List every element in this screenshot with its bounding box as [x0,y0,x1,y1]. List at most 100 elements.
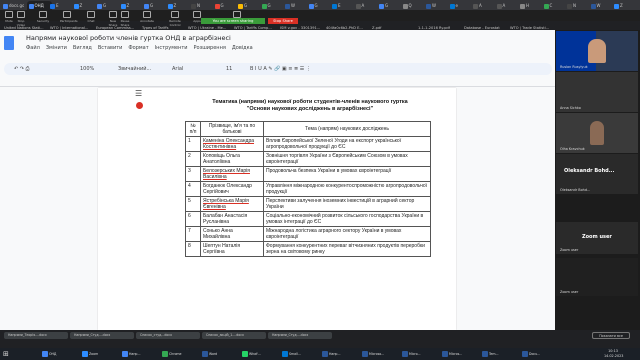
browser-tab[interactable]: ОНД [26,1,52,10]
download-item[interactable]: Список_студ...docx [136,332,200,339]
meeting-chat-button[interactable]: Chat [84,11,98,23]
browser-tab[interactable]: W [285,1,306,10]
taskbar-item[interactable]: Micros... [442,349,480,359]
browser-tab[interactable]: Q [402,1,424,10]
browser-tab[interactable]: G [308,1,330,10]
font-select[interactable]: Arial [172,63,183,75]
taskbar-item[interactable]: What'... [242,349,280,359]
taskbar-item[interactable]: Micro... [402,349,440,359]
participant-tile[interactable]: Ruslan Rusylyuk [556,31,638,71]
taskbar-item[interactable]: Напр... [122,349,160,359]
browser-tab[interactable]: C [543,1,565,10]
student-name[interactable]: Балабан Анастасія Русланівна [200,211,264,227]
student-name[interactable]: Шептун Наталія Сергіївна [200,241,264,257]
browser-tab[interactable]: G [214,1,236,10]
undo-icon[interactable]: ↶ ↷ ⎙ [14,63,30,75]
browser-tab[interactable]: Z [167,1,189,10]
docs-menu-item[interactable]: Вигляд [73,45,92,51]
docs-logo-icon[interactable] [4,36,14,50]
table-row[interactable]: 8 Шептун Наталія Сергіївна Формування конк… [185,241,431,257]
table-row[interactable]: 7 Сонько Анна Михайлівна Міжнародна логіст… [185,226,431,242]
taskbar-item[interactable]: Zoom [82,349,120,359]
zoom-select[interactable]: 100% [80,63,94,75]
browser-tab[interactable]: G [261,1,283,10]
research-topic[interactable]: Соціально-економічний розвиток сільськог… [263,211,431,227]
browser-tab[interactable]: N [567,1,588,10]
browser-tab[interactable]: E [50,1,71,10]
taskbar-item[interactable]: Напр... [322,349,360,359]
docs-menu-item[interactable]: Інструменти [155,45,188,51]
browser-tab[interactable]: W [590,1,612,10]
browser-tab[interactable]: Z [614,1,635,10]
table-row[interactable]: 5 Ястребінська Марія Євгенівна Перспективи… [185,196,431,212]
row-number[interactable]: 7 [185,226,201,242]
row-number[interactable]: 3 [185,166,201,182]
student-name[interactable]: Коповіщь Ольга Анатоліївна [200,151,264,167]
taskbar-item[interactable]: Chrome [162,349,200,359]
browser-tab[interactable]: A [355,1,377,10]
student-name[interactable]: Сонько Анна Михайлівна [200,226,264,242]
table-row[interactable]: 6 Балабан Анастасія Русланівна Соціально-е… [185,211,431,227]
research-topic[interactable]: Продовольча безпека України в умовах євр… [263,166,431,182]
browser-tab[interactable]: e [449,1,471,10]
student-name[interactable]: Ястребінська Марія Євгенівна [200,196,264,212]
table-row[interactable]: 4 Богданюк Олександр Сергійович Управління… [185,181,431,197]
meeting-participants-button[interactable]: Participants [60,11,78,23]
browser-tab[interactable]: W [426,1,447,10]
browser-tab[interactable]: G [238,1,259,10]
browser-tab[interactable]: E [332,1,353,10]
docs-menu-item[interactable]: Довідка [232,45,253,51]
participant-tile[interactable]: Oleksandr Bohd... Oleksandr Bohd... [556,154,638,194]
taskbar-item[interactable]: Microso... [362,349,400,359]
outline-icon[interactable]: ☰ [135,89,147,99]
taskbar-item[interactable]: Word [202,349,240,359]
participant-tile[interactable]: Anna Sichko [556,72,638,112]
row-number[interactable]: 2 [185,151,201,167]
browser-tab[interactable]: Z [120,1,142,10]
participant-tile[interactable]: Zoom user [556,258,638,296]
docs-menu-item[interactable]: Вставити [98,45,123,51]
format-icons[interactable]: B I U A ✎ 🔗 ▣ ≡ ≣ ☰ ⋮ [250,63,311,75]
student-name[interactable]: Богданюк Олександр Сергійович [200,181,264,197]
browser-tab[interactable]: G [97,1,118,10]
taskbar-item[interactable]: ОНД [42,349,80,359]
taskbar-item[interactable]: Docu... [522,349,560,359]
participant-tile[interactable]: Zoom user Zoom user [556,222,638,254]
taskbar-item[interactable]: Tem... [482,349,520,359]
taskbar-item[interactable]: Small... [282,349,320,359]
download-item[interactable]: Список_акцій_1....docx [202,332,266,339]
table-row[interactable]: 1 Каменіна Олександра Костянтинівна Вплив … [185,136,431,152]
browser-tab[interactable]: G [144,1,165,10]
student-name[interactable]: Белозерських Марія Василівна [200,166,264,182]
download-item[interactable]: Напрями_Студ....docx [268,332,332,339]
participant-tile[interactable]: Olha Kravchuk [556,113,638,153]
download-item[interactable]: Напрями_Студ....docx [70,332,134,339]
docs-menu-item[interactable]: Розширення [194,45,226,51]
browser-tab[interactable]: G [379,1,400,10]
student-name[interactable]: Каменіна Олександра Костянтинівна [200,136,264,152]
research-topic[interactable]: Управління міжнародною конкурентоспромож… [263,181,431,197]
meeting-annotate-button[interactable]: Annotate [140,11,154,23]
research-topic[interactable]: Вплив Європейської Зеленої Угоди на експ… [263,136,431,152]
browser-tab[interactable]: H [520,1,541,10]
start-icon[interactable]: ⊞ [3,349,9,359]
font-size-input[interactable]: 11 [226,63,232,75]
document-title[interactable]: Напрями наукової роботи членів гуртка ОН… [26,34,231,42]
row-number[interactable]: 1 [185,136,201,152]
browser-tab[interactable]: Z [73,1,95,10]
show-all-downloads-button[interactable]: Показати все [592,332,630,339]
docs-menu-item[interactable]: Змінити [46,45,67,51]
browser-tab[interactable]: N [191,1,212,10]
docs-menu-item[interactable]: Формат [128,45,148,51]
paragraph-style-select[interactable]: Звичайний... [118,63,151,75]
research-topic[interactable]: Формування конкурентних переваг вітчизня… [263,241,431,257]
table-row[interactable]: 3 Белозерських Марія Василівна Продовольча… [185,166,431,182]
browser-tab[interactable]: A [496,1,518,10]
row-number[interactable]: 4 [185,181,201,197]
research-topic[interactable]: Перспективи залучення іноземних інвестиц… [263,196,431,212]
ruler[interactable] [0,78,555,87]
meeting-security-button[interactable]: Security [36,11,50,23]
row-number[interactable]: 5 [185,196,201,212]
research-topic[interactable]: Зовнішня торгівля України з Європейським… [263,151,431,167]
table-row[interactable]: 2 Коповіщь Ольга Анатоліївна Зовнішня торг… [185,151,431,167]
